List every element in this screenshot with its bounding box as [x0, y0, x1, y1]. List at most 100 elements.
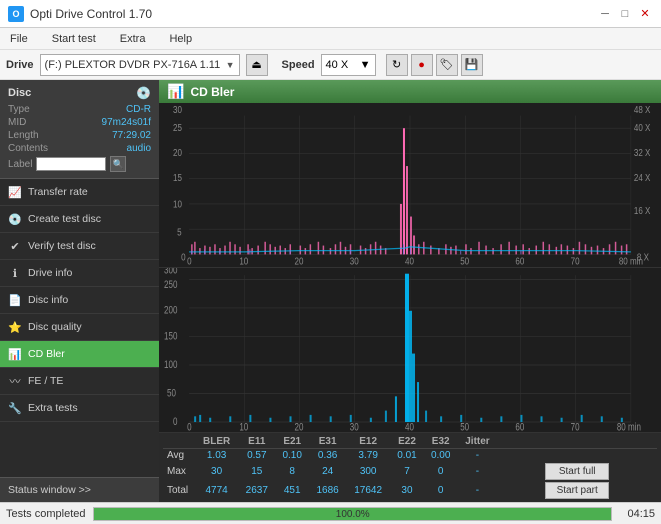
svg-text:48 X: 48 X [634, 104, 651, 115]
statusbar: Tests completed 100.0% 04:15 [0, 502, 661, 524]
status-window-button[interactable]: Status window >> [0, 477, 159, 502]
svg-text:10: 10 [239, 256, 248, 267]
top-chart-svg: 0 5 10 15 20 25 30 8 X 16 X 24 X 32 X 40… [159, 103, 661, 267]
svg-text:40: 40 [405, 421, 414, 432]
row-max-bler: 30 [195, 462, 238, 481]
svg-text:10: 10 [173, 199, 182, 210]
sidebar-item-transfer-rate[interactable]: 📈 Transfer rate [0, 179, 159, 206]
row-avg-e21: 0.10 [275, 449, 309, 463]
save-button[interactable]: 💾 [461, 54, 483, 76]
table-row-avg: Avg 1.03 0.57 0.10 0.36 3.79 0.01 0.00 - [163, 449, 657, 463]
row-total-label: Total [163, 481, 195, 500]
svg-text:20: 20 [295, 256, 304, 267]
verify-test-disc-icon: ✔ [8, 239, 22, 253]
row-avg-e22: 0.01 [390, 449, 424, 463]
speed-value: 40 X [326, 59, 349, 71]
sidebar-item-extra-tests[interactable]: 🔧 Extra tests [0, 395, 159, 422]
svg-text:5: 5 [177, 227, 181, 238]
svg-text:150: 150 [164, 330, 178, 343]
progress-bar-container: 100.0% [93, 507, 612, 521]
row-avg-e31: 0.36 [309, 449, 346, 463]
minimize-button[interactable]: ─ [597, 6, 613, 22]
disc-contents-row: Contents audio [8, 143, 151, 154]
app-icon: O [8, 6, 24, 22]
bottom-chart: E12 E22 E32 Jitter [159, 268, 661, 433]
sidebar-item-fe-te[interactable]: 〰 FE / TE [0, 368, 159, 395]
disc-type-label: Type [8, 104, 30, 115]
start-full-button[interactable]: Start full [545, 463, 609, 480]
row-max-e31: 24 [309, 462, 346, 481]
disc-label-label: Label [8, 159, 32, 170]
sidebar-item-drive-info[interactable]: ℹ Drive info [0, 260, 159, 287]
svg-text:60: 60 [515, 256, 524, 267]
sidebar-item-cd-bler[interactable]: 📊 CD Bler [0, 341, 159, 368]
bottom-chart-svg: 0 50 100 150 200 250 300 [159, 268, 661, 432]
drive-dropdown-arrow: ▼ [226, 60, 235, 70]
row-total-e11: 2637 [238, 481, 275, 500]
disc-title: Disc [8, 87, 31, 99]
row-max-label: Max [163, 462, 195, 481]
start-part-button[interactable]: Start part [545, 482, 609, 499]
col-header-e22: E22 [390, 435, 424, 449]
svg-text:40 X: 40 X [634, 122, 651, 133]
cd-bler-icon: 📊 [8, 347, 22, 361]
label-input[interactable] [36, 157, 106, 171]
row-avg-label: Avg [163, 449, 195, 463]
row-total-e31: 1686 [309, 481, 346, 500]
sidebar-item-create-test-disc[interactable]: 💿 Create test disc [0, 206, 159, 233]
menu-extra[interactable]: Extra [116, 32, 150, 46]
row-max-e12: 300 [346, 462, 390, 481]
disc-icon: 💿 [136, 86, 151, 100]
row-total-e12: 17642 [346, 481, 390, 500]
maximize-button[interactable]: □ [617, 6, 633, 22]
svg-text:10: 10 [239, 421, 248, 432]
svg-text:30: 30 [173, 104, 182, 115]
sidebar-item-create-test-disc-label: Create test disc [28, 213, 101, 225]
progress-text: 100.0% [94, 508, 611, 522]
disc-mid-row: MID 97m24s01f [8, 117, 151, 128]
label-button[interactable]: 🏷 [436, 54, 458, 76]
disc-mid-label: MID [8, 117, 26, 128]
sidebar-item-extra-tests-label: Extra tests [28, 402, 78, 414]
svg-text:80 min: 80 min [617, 421, 641, 432]
svg-text:30: 30 [350, 421, 359, 432]
col-header-e32: E32 [424, 435, 458, 449]
eject-button[interactable]: ⏏ [246, 54, 268, 76]
titlebar-controls: ─ □ ✕ [597, 6, 653, 22]
label-search-button[interactable]: 🔍 [110, 156, 126, 172]
burn-button[interactable]: ● [411, 54, 433, 76]
col-header-e12: E12 [346, 435, 390, 449]
main-layout: Disc 💿 Type CD-R MID 97m24s01f Length 77… [0, 80, 661, 502]
menubar: File Start test Extra Help [0, 28, 661, 50]
row-avg-bler: 1.03 [195, 449, 238, 463]
sidebar-item-disc-quality[interactable]: ⭐ Disc quality [0, 314, 159, 341]
menu-help[interactable]: Help [165, 32, 196, 46]
row-avg-e32: 0.00 [424, 449, 458, 463]
status-text: Tests completed [6, 508, 85, 520]
row-avg-action2 [577, 449, 657, 463]
data-table: BLER E11 E21 E31 E12 E22 E32 Jitter Avg [163, 435, 657, 500]
drive-select[interactable]: (F:) PLEXTOR DVDR PX-716A 1.11 ▼ [40, 54, 240, 76]
sidebar-item-disc-quality-label: Disc quality [28, 321, 82, 333]
sidebar-item-verify-test-disc[interactable]: ✔ Verify test disc [0, 233, 159, 260]
fe-te-icon: 〰 [8, 374, 22, 388]
menu-file[interactable]: File [6, 32, 32, 46]
speed-dropdown-arrow: ▼ [360, 59, 371, 71]
svg-text:60: 60 [515, 421, 524, 432]
col-header-actions [497, 435, 657, 449]
close-button[interactable]: ✕ [637, 6, 653, 22]
transfer-rate-icon: 📈 [8, 185, 22, 199]
disc-mid-value: 97m24s01f [102, 117, 151, 128]
menu-start-test[interactable]: Start test [48, 32, 100, 46]
col-header-bler: BLER [195, 435, 238, 449]
svg-text:50: 50 [460, 256, 469, 267]
row-avg-e11: 0.57 [238, 449, 275, 463]
row-max-e11: 15 [238, 462, 275, 481]
sidebar-item-disc-info[interactable]: 📄 Disc info [0, 287, 159, 314]
svg-text:40: 40 [405, 256, 414, 267]
row-avg-e12: 3.79 [346, 449, 390, 463]
disc-quality-icon: ⭐ [8, 320, 22, 334]
refresh-button[interactable]: ↻ [386, 54, 408, 76]
speed-select[interactable]: 40 X ▼ [321, 54, 376, 76]
table-row-total: Total 4774 2637 451 1686 17642 30 0 - St… [163, 481, 657, 500]
